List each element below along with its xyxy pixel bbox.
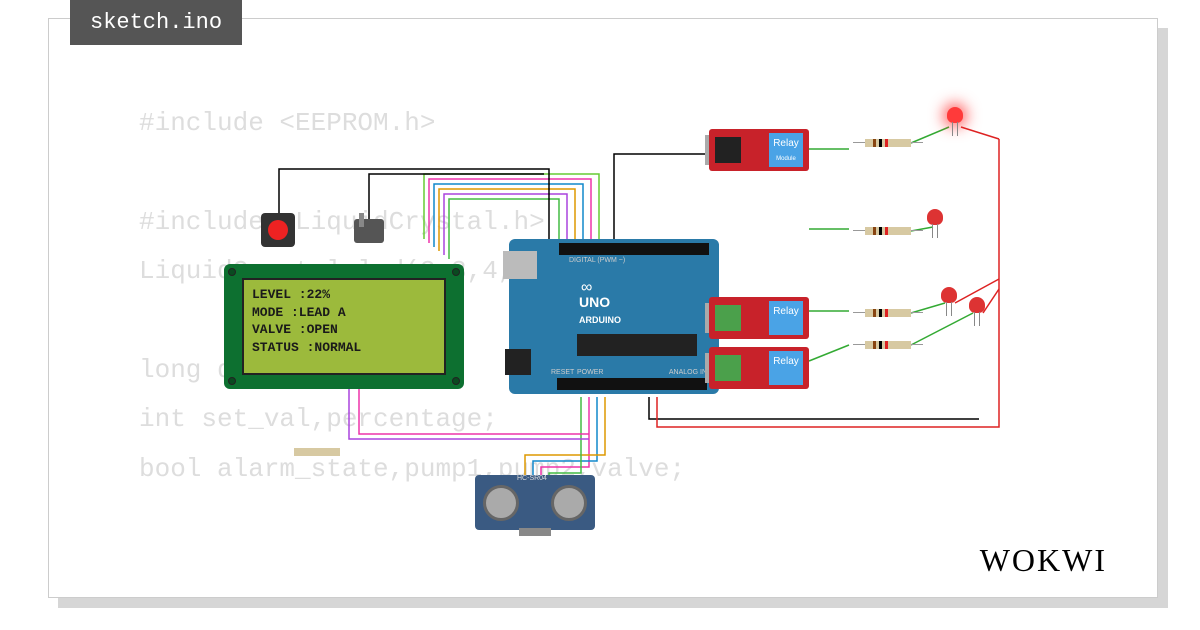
digital-pins-label: DIGITAL (PWM ~): [569, 257, 625, 264]
ultrasonic-tx-icon: [483, 485, 519, 521]
project-card: #include <EEPROM.h> #include <LiquidCrys…: [48, 18, 1158, 598]
resistor-2[interactable]: [865, 227, 911, 235]
lcd-line-1: LEVEL :22%: [252, 286, 436, 304]
power-pins-label: POWER: [577, 369, 603, 376]
relay-module-2[interactable]: Relay: [709, 297, 809, 339]
led-2[interactable]: [927, 209, 943, 229]
resistor-5[interactable]: [294, 448, 340, 456]
file-tab-label: sketch.ino: [90, 10, 222, 35]
relay-sublabel: Module: [776, 156, 796, 162]
relay-label: Relay: [773, 356, 799, 367]
lcd-line-4: STATUS :NORMAL: [252, 339, 436, 357]
relay-label: Relay: [773, 138, 799, 149]
ultrasonic-hcsr04[interactable]: HC-SR04: [475, 475, 595, 530]
reset-label: RESET: [551, 369, 574, 376]
board-name: UNO: [579, 294, 610, 310]
board-brand: ARDUINO: [579, 315, 621, 325]
relay-module-3[interactable]: Relay: [709, 347, 809, 389]
analog-header: [557, 378, 707, 390]
power-jack-icon: [505, 349, 531, 375]
digital-header: [559, 243, 709, 255]
usb-port-icon: [503, 251, 537, 279]
lcd-line-3: VALVE :OPEN: [252, 321, 436, 339]
wokwi-logo: WOKWI: [980, 542, 1107, 579]
ultrasonic-pins: [519, 528, 551, 536]
ultrasonic-label: HC-SR04: [517, 475, 547, 482]
atmega-chip-icon: [577, 334, 697, 356]
led-1[interactable]: [947, 107, 963, 127]
lcd-screen: LEVEL :22% MODE :LEAD A VALVE :OPEN STAT…: [242, 278, 446, 375]
resistor-1[interactable]: [865, 139, 911, 147]
pushbutton[interactable]: [261, 213, 295, 247]
file-tab[interactable]: sketch.ino: [70, 0, 242, 45]
slide-switch[interactable]: [354, 219, 384, 243]
relay-label: Relay: [773, 306, 799, 317]
analog-pins-label: ANALOG IN: [669, 369, 707, 376]
led-3[interactable]: [941, 287, 957, 307]
relay-module-1[interactable]: Relay Module: [709, 129, 809, 171]
resistor-4[interactable]: [865, 341, 911, 349]
arduino-uno[interactable]: ∞ UNO ARDUINO DIGITAL (PWM ~) ANALOG IN …: [509, 239, 719, 394]
resistor-3[interactable]: [865, 309, 911, 317]
circuit-canvas[interactable]: LEVEL :22% MODE :LEAD A VALVE :OPEN STAT…: [149, 79, 1149, 579]
led-4[interactable]: [969, 297, 985, 317]
ultrasonic-rx-icon: [551, 485, 587, 521]
lcd-20x4[interactable]: LEVEL :22% MODE :LEAD A VALVE :OPEN STAT…: [224, 264, 464, 389]
lcd-line-2: MODE :LEAD A: [252, 304, 436, 322]
